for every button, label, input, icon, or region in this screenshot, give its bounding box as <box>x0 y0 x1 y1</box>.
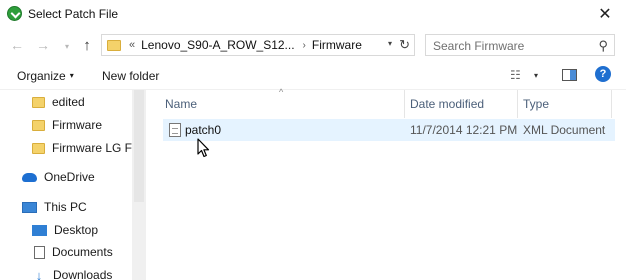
breadcrumb-separator-icon[interactable]: › <box>303 40 306 51</box>
help-icon[interactable]: ? <box>595 66 611 82</box>
search-icon[interactable]: ⚲ <box>598 38 608 54</box>
forward-arrow-icon[interactable]: → <box>34 36 52 54</box>
sort-ascending-icon: ^ <box>279 87 284 97</box>
documents-icon <box>34 245 45 259</box>
file-name: patch0 <box>185 123 222 137</box>
mouse-cursor-icon <box>197 138 210 158</box>
column-headers: ^ Name Date modified Type <box>146 87 626 118</box>
file-date-modified: 11/7/2014 12:21 PM <box>410 123 518 137</box>
nav-item-label: Desktop <box>54 223 99 237</box>
recent-locations-chevron-icon[interactable]: ▾ <box>58 37 76 55</box>
back-arrow-icon[interactable]: ← <box>8 36 26 54</box>
organize-label: Organize <box>17 69 66 83</box>
nav-item-label: This PC <box>44 200 87 214</box>
chevron-down-icon: ▾ <box>69 71 74 80</box>
folder-icon <box>32 96 45 108</box>
nav-item-downloads[interactable]: ↓ Downloads <box>0 264 132 280</box>
file-type: XML Document <box>523 123 606 137</box>
column-divider[interactable] <box>517 90 518 118</box>
column-divider[interactable] <box>404 90 405 118</box>
address-overflow-icon[interactable]: « <box>129 39 135 51</box>
nav-item-this-pc[interactable]: This PC <box>0 196 132 218</box>
preview-pane-icon[interactable] <box>562 69 577 81</box>
breadcrumb-segment[interactable]: Firmware <box>312 38 362 52</box>
nav-item-label: Firmware LG F10 <box>52 141 132 155</box>
folder-icon <box>32 142 45 154</box>
nav-item-onedrive[interactable]: OneDrive <box>0 166 132 188</box>
address-row: ← → ▾ ↑ « Lenovo_S90-A_ROW_S12... › Firm… <box>0 30 626 60</box>
nav-item-label: edited <box>52 95 85 109</box>
window-title: Select Patch File <box>28 7 119 21</box>
xml-file-icon <box>169 123 181 137</box>
nav-item-edited[interactable]: edited <box>0 91 132 113</box>
up-arrow-icon[interactable]: ↑ <box>78 36 96 54</box>
nav-item-firmware[interactable]: Firmware <box>0 114 132 136</box>
close-button[interactable]: ✕ <box>590 1 620 27</box>
view-options-icon[interactable]: ☷ <box>510 68 521 82</box>
file-row[interactable]: patch0 11/7/2014 12:21 PM XML Document <box>163 119 615 141</box>
downloads-icon: ↓ <box>35 267 43 280</box>
navigation-pane: edited Firmware Firmware LG F10 OneDrive… <box>0 90 132 280</box>
computer-icon <box>22 201 37 213</box>
nav-item-label: OneDrive <box>44 170 95 184</box>
scrollbar-thumb[interactable] <box>134 90 144 202</box>
nav-item-label: Firmware <box>52 118 102 132</box>
cloud-icon <box>22 172 37 182</box>
address-bar[interactable]: « Lenovo_S90-A_ROW_S12... › Firmware ▾ ↻ <box>101 34 415 56</box>
column-header-type[interactable]: Type <box>523 97 549 111</box>
chevron-down-icon[interactable]: ▾ <box>388 39 392 48</box>
navigation-pane-scrollbar[interactable] <box>132 90 146 280</box>
desktop-icon <box>32 224 47 236</box>
nav-item-documents[interactable]: Documents <box>0 241 132 263</box>
nav-item-label: Documents <box>52 245 113 259</box>
column-header-date-modified[interactable]: Date modified <box>410 97 484 111</box>
chevron-down-icon[interactable]: ▾ <box>534 71 538 80</box>
folder-icon <box>107 39 121 51</box>
refresh-icon[interactable]: ↻ <box>399 37 410 53</box>
nav-item-desktop[interactable]: Desktop <box>0 219 132 241</box>
column-header-name[interactable]: Name <box>165 97 197 111</box>
new-folder-button[interactable]: New folder <box>102 69 159 83</box>
organize-button[interactable]: Organize ▾ <box>17 69 74 83</box>
title-bar: Select Patch File ✕ <box>0 0 626 30</box>
folder-icon <box>32 119 45 131</box>
nav-item-label: Downloads <box>53 268 113 280</box>
search-input[interactable]: Search Firmware ⚲ <box>425 34 615 56</box>
search-placeholder: Search Firmware <box>433 39 525 53</box>
column-divider[interactable] <box>611 90 612 118</box>
breadcrumb-segment[interactable]: Lenovo_S90-A_ROW_S12... <box>141 38 294 52</box>
green-check-icon <box>7 6 22 21</box>
command-toolbar: Organize ▾ New folder ☷ ▾ ? <box>0 60 626 90</box>
nav-item-firmware-lg[interactable]: Firmware LG F10 <box>0 137 132 159</box>
